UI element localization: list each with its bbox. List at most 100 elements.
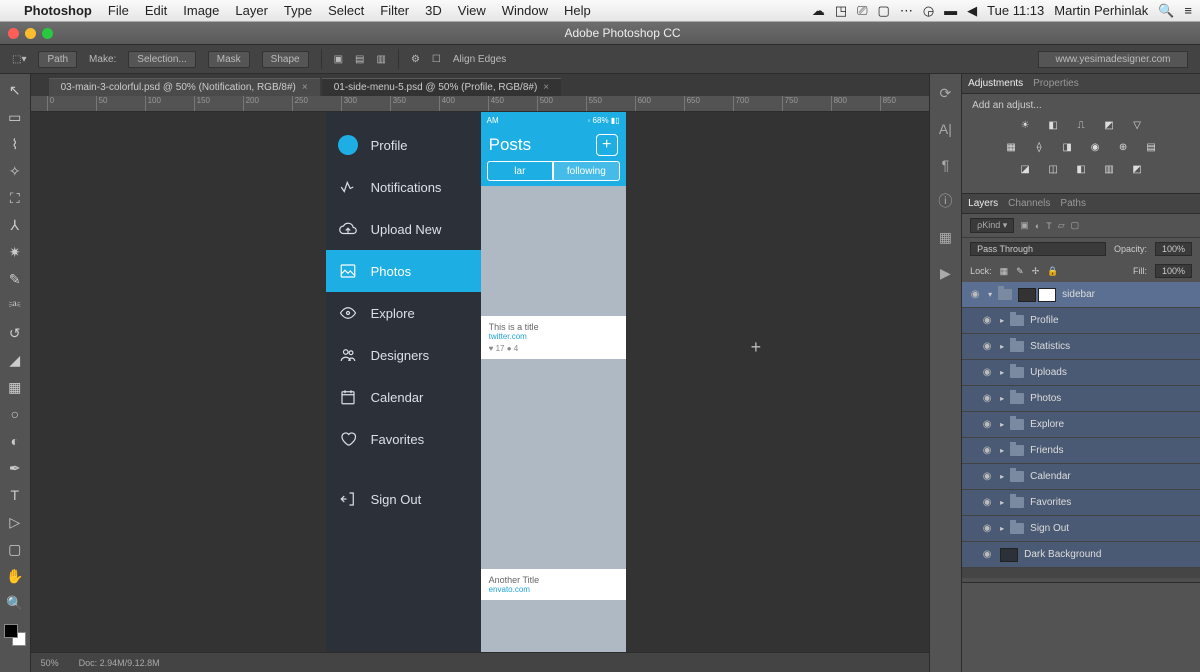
invert-icon[interactable]: ◪ <box>1016 161 1034 177</box>
notification-center-icon[interactable]: ≡ <box>1184 3 1192 18</box>
layer-statistics[interactable]: ◉▸Statistics <box>962 334 1200 360</box>
spotlight-icon[interactable]: 🔍 <box>1158 3 1174 19</box>
close-button[interactable] <box>8 28 19 39</box>
layer-signout[interactable]: ◉▸Sign Out <box>962 516 1200 542</box>
tool-preset-icon[interactable]: ⬚▾ <box>12 54 26 65</box>
bw-icon[interactable]: ◨ <box>1058 139 1076 155</box>
tab-channels[interactable]: Channels <box>1008 198 1050 209</box>
color-swatch[interactable] <box>4 624 26 646</box>
lock-pos-icon[interactable]: ✢ <box>1032 266 1040 277</box>
hue-icon[interactable]: ▦ <box>1002 139 1020 155</box>
character-icon[interactable]: A| <box>935 120 955 138</box>
gradient-tool[interactable]: ▦ <box>4 377 26 397</box>
visibility-icon[interactable]: ◉ <box>980 445 994 456</box>
vibrance-icon[interactable]: ▽ <box>1128 117 1146 133</box>
visibility-icon[interactable]: ◉ <box>980 523 994 534</box>
filter-type-icon[interactable]: T <box>1046 221 1052 231</box>
lock-all-icon[interactable]: 🔒 <box>1047 266 1058 277</box>
clone-tool[interactable]: ⎃ <box>4 296 26 316</box>
mixer-icon[interactable]: ⊕ <box>1114 139 1132 155</box>
visibility-icon[interactable]: ◉ <box>980 393 994 404</box>
zoom-button[interactable] <box>42 28 53 39</box>
map-icon[interactable]: ▥ <box>1100 161 1118 177</box>
move-tool[interactable]: ↖ <box>4 80 26 100</box>
visibility-icon[interactable]: ◉ <box>980 367 994 378</box>
tab-paths[interactable]: Paths <box>1060 198 1086 209</box>
menu-layer[interactable]: Layer <box>235 3 268 18</box>
layer-favorites[interactable]: ◉▸Favorites <box>962 490 1200 516</box>
close-icon[interactable]: × <box>302 82 308 93</box>
menu-file[interactable]: File <box>108 3 129 18</box>
eraser-tool[interactable]: ◢ <box>4 350 26 370</box>
path-arrange-icon[interactable]: ▥ <box>377 54 386 65</box>
layer-friends[interactable]: ◉▸Friends <box>962 438 1200 464</box>
make-shape[interactable]: Shape <box>262 51 309 68</box>
layer-profile[interactable]: ◉▸Profile <box>962 308 1200 334</box>
hand-tool[interactable]: ✋ <box>4 566 26 586</box>
zoom-level[interactable]: 50% <box>41 658 59 668</box>
doc-tab-2[interactable]: 01-side-menu-5.psd @ 50% (Profile, RGB/8… <box>322 78 561 96</box>
tab-layers[interactable]: Layers <box>968 198 998 209</box>
canvas[interactable]: Profile Notifications Upload New Photos … <box>31 112 929 652</box>
layer-filter[interactable]: ρKind ▾ <box>970 218 1014 233</box>
lookup-icon[interactable]: ▤ <box>1142 139 1160 155</box>
layer-uploads[interactable]: ◉▸Uploads <box>962 360 1200 386</box>
menu-edit[interactable]: Edit <box>145 3 167 18</box>
posterize-icon[interactable]: ◫ <box>1044 161 1062 177</box>
airplay-icon[interactable]: ▢ <box>878 3 890 19</box>
signal-icon[interactable]: ⋯ <box>900 3 913 19</box>
layer-photos[interactable]: ◉▸Photos <box>962 386 1200 412</box>
curves-icon[interactable]: ⎍ <box>1072 117 1090 133</box>
type-tool[interactable]: T <box>4 485 26 505</box>
zoom-tool[interactable]: 🔍 <box>4 593 26 613</box>
user-name[interactable]: Martin Perhinlak <box>1054 3 1148 18</box>
app-name[interactable]: Photoshop <box>24 3 92 18</box>
blur-tool[interactable]: ○ <box>4 404 26 424</box>
history-icon[interactable]: ⟳ <box>935 84 955 102</box>
opacity-field[interactable]: 100% <box>1155 242 1192 256</box>
threshold-icon[interactable]: ◧ <box>1072 161 1090 177</box>
visibility-icon[interactable]: ◉ <box>980 471 994 482</box>
align-edges-check[interactable]: ☐ <box>432 54 441 65</box>
visibility-icon[interactable]: ◉ <box>968 289 982 300</box>
menu-image[interactable]: Image <box>183 3 219 18</box>
fill-field[interactable]: 100% <box>1155 264 1192 278</box>
photo-filter-icon[interactable]: ◉ <box>1086 139 1104 155</box>
layer-group-sidebar[interactable]: ◉▾sidebar <box>962 282 1200 308</box>
filter-adj-icon[interactable]: ◐ <box>1035 221 1040 231</box>
flag-icon[interactable]: ▬ <box>944 3 957 18</box>
wifi-icon[interactable]: ◶ <box>923 3 934 19</box>
doc-info[interactable]: Doc: 2.94M/9.12.8M <box>79 658 160 668</box>
gear-icon[interactable]: ⚙ <box>411 54 420 65</box>
volume-icon[interactable]: ◀ <box>967 3 977 19</box>
tab-adjustments[interactable]: Adjustments <box>968 78 1023 89</box>
menu-window[interactable]: Window <box>502 3 548 18</box>
filter-pixel-icon[interactable]: ▣ <box>1020 220 1029 231</box>
menu-3d[interactable]: 3D <box>425 3 442 18</box>
make-mask[interactable]: Mask <box>208 51 250 68</box>
brightness-icon[interactable]: ☀ <box>1016 117 1034 133</box>
history-brush-tool[interactable]: ↺ <box>4 323 26 343</box>
tab-properties[interactable]: Properties <box>1033 78 1079 89</box>
info-icon[interactable]: ⓘ <box>935 192 955 210</box>
path-select-tool[interactable]: ▷ <box>4 512 26 532</box>
doc-tab-1[interactable]: 03-main-3-colorful.psd @ 50% (Notificati… <box>49 78 320 96</box>
visibility-icon[interactable]: ◉ <box>980 341 994 352</box>
menu-filter[interactable]: Filter <box>380 3 409 18</box>
swatches-icon[interactable]: ▦ <box>935 228 955 246</box>
menu-view[interactable]: View <box>458 3 486 18</box>
lasso-tool[interactable]: ⌇ <box>4 134 26 154</box>
eyedropper-tool[interactable]: ⅄ <box>4 215 26 235</box>
path-op-icon[interactable]: ▣ <box>334 54 343 65</box>
lock-trans-icon[interactable]: ▦ <box>1000 266 1009 277</box>
magic-wand-tool[interactable]: ✧ <box>4 161 26 181</box>
selective-icon[interactable]: ◩ <box>1128 161 1146 177</box>
make-selection[interactable]: Selection... <box>128 51 195 68</box>
visibility-icon[interactable]: ◉ <box>980 549 994 560</box>
close-icon[interactable]: × <box>543 82 549 93</box>
paragraph-icon[interactable]: ¶ <box>935 156 955 174</box>
menu-type[interactable]: Type <box>284 3 312 18</box>
blend-mode[interactable]: Pass Through <box>970 242 1106 256</box>
visibility-icon[interactable]: ◉ <box>980 419 994 430</box>
healing-tool[interactable]: ✷ <box>4 242 26 262</box>
